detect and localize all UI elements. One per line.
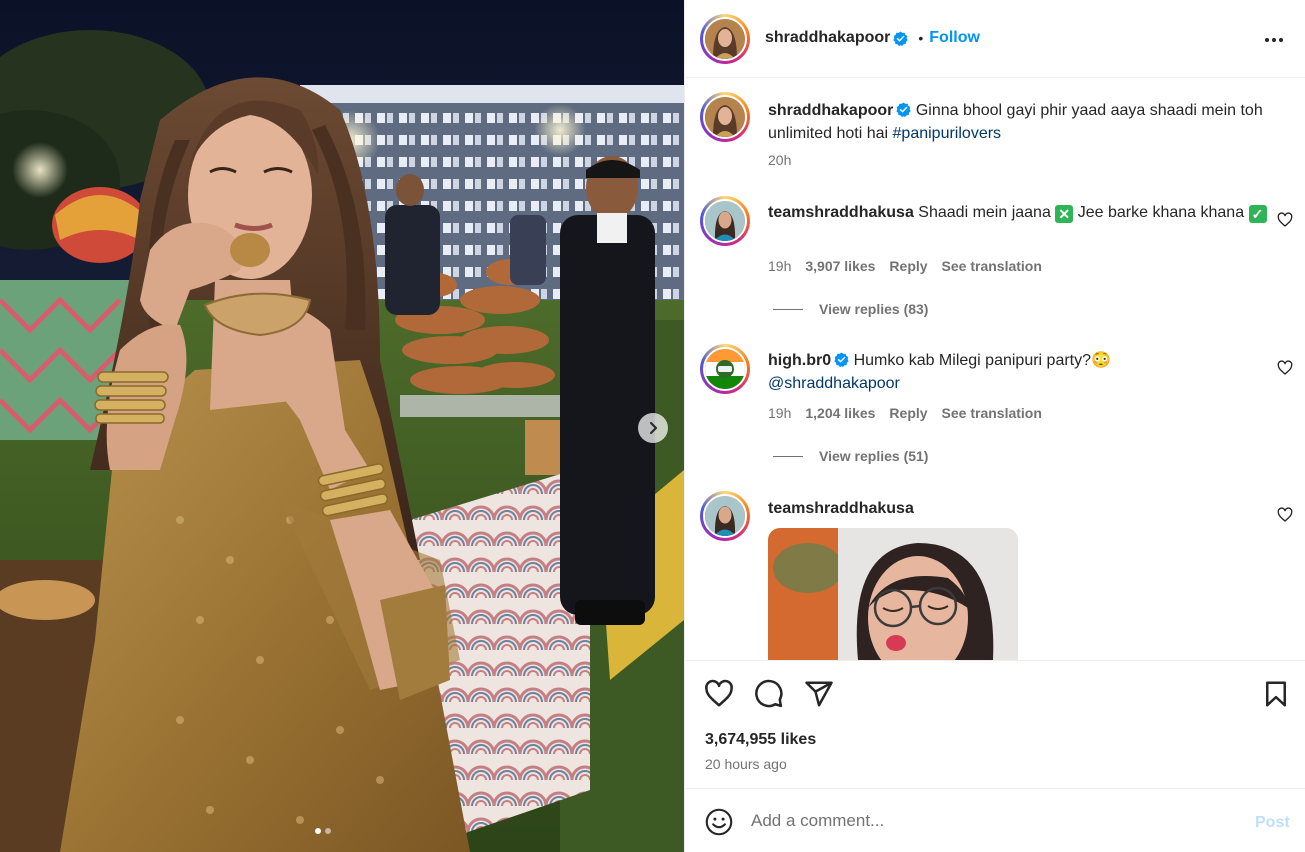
post-comment-button[interactable]: Post: [1255, 814, 1290, 832]
flushed-face-emoji-icon: 😳: [1091, 352, 1111, 369]
comment-mention[interactable]: @shraddhakapoor: [768, 375, 900, 392]
see-translation-button[interactable]: See translation: [942, 405, 1042, 421]
caption-hashtag[interactable]: #panipurilovers: [893, 125, 1002, 142]
more-options-icon[interactable]: [1263, 29, 1285, 51]
like-heart-icon[interactable]: [704, 679, 734, 709]
comment-body-part-2: Jee barke khana khana: [1077, 204, 1245, 221]
caption-text: shraddhakapoor Ginna bhool gayi phir yaa…: [768, 99, 1268, 145]
comment-like-heart-icon[interactable]: [1277, 212, 1293, 228]
comment-likes[interactable]: 1,204 likes: [805, 405, 875, 421]
view-replies-button[interactable]: View replies (51): [773, 448, 928, 464]
comment-composer: Post: [685, 788, 1305, 852]
comment-text: teamshraddhakusa: [768, 497, 1268, 520]
share-paper-plane-icon[interactable]: [804, 679, 834, 709]
comment-time: 19h: [768, 258, 792, 274]
author-username[interactable]: shraddhakapoor: [765, 29, 890, 47]
carousel-dots: [315, 828, 331, 834]
post-header: shraddhakapoor • Follow: [685, 0, 1305, 78]
caption-meta: 20h: [768, 152, 791, 168]
verified-badge-icon: [896, 102, 911, 117]
commenter-avatar[interactable]: [700, 491, 750, 541]
commenter-username[interactable]: high.br0: [768, 352, 831, 369]
comment-text: teamshraddhakusa Shaadi mein jaana ✕ Jee…: [768, 201, 1268, 224]
chevron-right-icon: [650, 422, 657, 434]
save-bookmark-icon[interactable]: [1261, 679, 1291, 709]
carousel-dot: [325, 828, 331, 834]
cross-mark-emoji-icon: ✕: [1055, 205, 1074, 223]
header-user-row: shraddhakapoor • Follow: [765, 29, 980, 47]
gif-thumbnail: [768, 528, 1018, 660]
caption-avatar[interactable]: [700, 92, 750, 142]
view-replies-button[interactable]: View replies (83): [773, 301, 928, 317]
comment-like-heart-icon[interactable]: [1277, 360, 1293, 376]
comment-text: high.br0 Humko kab Milegi panipuri party…: [768, 349, 1268, 395]
post-photo[interactable]: [0, 0, 684, 852]
commenter-avatar-image: [705, 349, 745, 389]
post-timestamp: 20 hours ago: [705, 756, 787, 772]
comment-bubble-icon[interactable]: [754, 679, 784, 709]
comment-gif-image[interactable]: [768, 528, 1018, 660]
emoji-smiley-icon[interactable]: [705, 808, 733, 836]
commenter-username[interactable]: teamshraddhakusa: [768, 500, 914, 517]
caption-time: 20h: [768, 152, 792, 168]
verified-badge-icon: [893, 30, 908, 46]
comment-meta: 19h 3,907 likes Reply See translation: [768, 258, 1042, 274]
view-replies-label: View replies (51): [819, 448, 929, 464]
author-avatar-image: [705, 19, 745, 59]
post-detail-panel: shraddhakapoor • Follow shraddhakapoor G…: [684, 0, 1305, 852]
commenter-avatar[interactable]: [700, 344, 750, 394]
replies-divider-line: [773, 308, 803, 310]
comment-time: 19h: [768, 405, 792, 421]
post-likes-count[interactable]: 3,674,955 likes: [705, 731, 816, 749]
commenter-avatar-image: [705, 496, 745, 536]
view-replies-label: View replies (83): [819, 301, 929, 317]
carousel-next-button[interactable]: [638, 413, 668, 443]
reply-button[interactable]: Reply: [889, 405, 927, 421]
see-translation-button[interactable]: See translation: [942, 258, 1042, 274]
commenter-avatar[interactable]: [700, 196, 750, 246]
photo-image: [0, 0, 684, 852]
comment-meta: 19h 1,204 likes Reply See translation: [768, 405, 1042, 421]
caption-username[interactable]: shraddhakapoor: [768, 102, 893, 119]
commenter-avatar-image: [705, 201, 745, 241]
verified-badge-icon: [834, 352, 849, 367]
caption-avatar-image: [705, 97, 745, 137]
post-actions: 3,674,955 likes 20 hours ago: [685, 660, 1305, 788]
carousel-dot: [315, 828, 321, 834]
comment-body: Humko kab Milegi panipuri party?: [853, 352, 1092, 369]
replies-divider-line: [773, 455, 803, 457]
follow-button[interactable]: Follow: [929, 29, 980, 47]
author-avatar[interactable]: [700, 14, 750, 64]
reply-button[interactable]: Reply: [889, 258, 927, 274]
commenter-username[interactable]: teamshraddhakusa: [768, 204, 914, 221]
comment-likes[interactable]: 3,907 likes: [805, 258, 875, 274]
comment-input[interactable]: [751, 811, 1211, 831]
comment-like-heart-icon[interactable]: [1277, 507, 1293, 523]
header-separator: •: [918, 30, 924, 46]
comment-body-part-1: Shaadi mein jaana: [918, 204, 1051, 221]
check-mark-emoji-icon: ✓: [1248, 205, 1267, 223]
